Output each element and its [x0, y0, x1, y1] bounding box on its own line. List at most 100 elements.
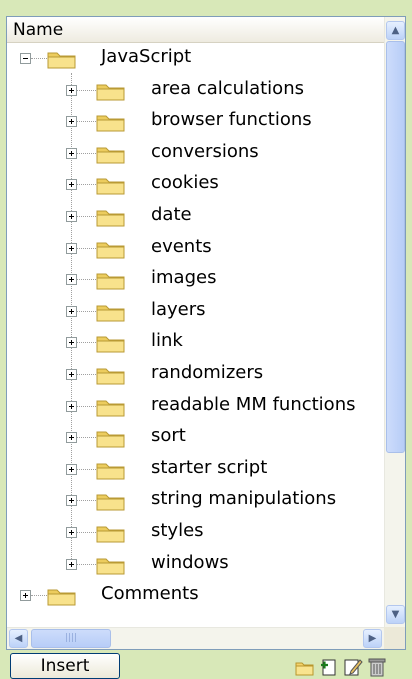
expand-toggle-icon[interactable] — [66, 558, 77, 570]
column-header-name[interactable]: Name — [7, 17, 384, 43]
folder-icon — [96, 368, 125, 385]
folder-icon — [96, 400, 125, 417]
tree-item-label: events — [151, 235, 212, 257]
tree-item-label: JavaScript — [101, 46, 192, 67]
tree-item-label: Comments — [101, 583, 199, 605]
expand-toggle-icon[interactable] — [66, 179, 77, 191]
scroll-left-button[interactable]: ◀ — [9, 629, 28, 648]
tree-connector — [77, 468, 96, 470]
folder-icon — [96, 431, 125, 448]
tree-folder-javascript[interactable]: JavaScript — [7, 43, 384, 75]
tree-item-label: windows — [151, 551, 229, 573]
edit-icon[interactable] — [342, 656, 364, 678]
tree-folder-sort[interactable]: sort — [7, 422, 384, 454]
tree-folder-string-manipulations[interactable]: string manipulations — [7, 485, 384, 517]
expand-toggle-icon[interactable] — [66, 242, 77, 254]
tree-connector — [77, 279, 96, 281]
folder-icon — [96, 463, 125, 480]
tree-folder-browser-functions[interactable]: browser functions — [7, 106, 384, 138]
expand-toggle-icon[interactable] — [20, 590, 31, 602]
tree-connector — [77, 247, 96, 249]
tree-connector — [77, 152, 96, 154]
expand-toggle-icon[interactable] — [66, 527, 77, 538]
tree-connector — [77, 310, 96, 312]
tree-folder-comments[interactable]: Comments — [7, 580, 384, 612]
tree-folder-date[interactable]: date — [7, 201, 384, 233]
tree-folder-styles[interactable]: styles — [7, 517, 384, 549]
tree-connector — [77, 532, 96, 533]
expand-toggle-icon[interactable] — [66, 211, 77, 222]
expand-toggle-icon[interactable] — [66, 463, 77, 475]
new-folder-icon[interactable] — [294, 656, 316, 678]
expand-toggle-icon[interactable] — [66, 274, 77, 286]
vertical-scrollbar[interactable]: ▲ ▼ — [384, 17, 405, 627]
tree-item-label: date — [151, 204, 192, 225]
expand-toggle-icon[interactable] — [66, 495, 77, 507]
tree-connector — [31, 58, 47, 59]
scroll-up-button[interactable]: ▲ — [386, 21, 405, 40]
tree-item-label: starter script — [151, 456, 268, 478]
tree-folder-starter-script[interactable]: starter script — [7, 454, 384, 486]
tree-folder-link[interactable]: link — [7, 327, 384, 359]
tree-folder-windows[interactable]: windows — [7, 549, 384, 581]
tree-connector — [77, 563, 96, 565]
new-item-icon[interactable] — [318, 656, 340, 678]
tree-folder-readable-mm-functions[interactable]: readable MM functions — [7, 391, 384, 423]
expand-toggle-icon[interactable] — [66, 116, 77, 128]
delete-icon[interactable] — [366, 656, 388, 678]
folder-icon — [96, 242, 125, 259]
tree-folder-images[interactable]: images — [7, 264, 384, 296]
folder-icon — [96, 147, 125, 164]
collapse-toggle-icon[interactable] — [20, 53, 31, 64]
folder-icon — [96, 84, 125, 101]
folder-icon — [96, 115, 125, 132]
folder-icon — [96, 210, 125, 227]
vertical-scroll-thumb[interactable] — [386, 41, 405, 453]
folder-icon — [47, 589, 76, 606]
scroll-corner — [384, 627, 405, 649]
tree-item-label: readable MM functions — [151, 393, 356, 415]
tree-item-label: randomizers — [151, 362, 264, 383]
horizontal-scroll-thumb[interactable]: |||| — [31, 629, 111, 648]
tree-connector — [77, 216, 96, 217]
tree-item-label: styles — [151, 520, 204, 541]
tree-folder-layers[interactable]: layers — [7, 296, 384, 328]
folder-icon — [47, 52, 76, 69]
folder-icon — [96, 273, 125, 290]
folder-icon — [96, 336, 125, 353]
expand-toggle-icon[interactable] — [66, 337, 77, 349]
tree-folder-area-calculations[interactable]: area calculations — [7, 75, 384, 107]
tree-folder-cookies[interactable]: cookies — [7, 169, 384, 201]
expand-toggle-icon[interactable] — [66, 400, 77, 412]
tree-item-label: conversions — [151, 140, 259, 162]
horizontal-scrollbar[interactable]: ◀ |||| ▶ — [7, 627, 384, 649]
expand-toggle-icon[interactable] — [66, 432, 77, 444]
tree-folder-events[interactable]: events — [7, 233, 384, 265]
folder-icon — [96, 305, 125, 322]
tree-item-label: images — [151, 267, 217, 289]
expand-toggle-icon[interactable] — [66, 369, 77, 380]
scroll-right-button[interactable]: ▶ — [363, 629, 382, 648]
tree-folder-randomizers[interactable]: randomizers — [7, 359, 384, 391]
tree-item-label: area calculations — [151, 77, 304, 99]
tree-connector — [77, 184, 96, 186]
tree-connector — [77, 500, 96, 502]
tree-item-label: string manipulations — [151, 488, 337, 510]
insert-button[interactable]: Insert — [10, 653, 120, 679]
expand-toggle-icon[interactable] — [66, 305, 77, 317]
column-header-label: Name — [13, 20, 64, 40]
tree-item-label: link — [151, 330, 183, 352]
tree-connector — [77, 121, 96, 123]
expand-toggle-icon[interactable] — [66, 147, 77, 159]
tree-folder-conversions[interactable]: conversions — [7, 138, 384, 170]
scroll-down-button[interactable]: ▼ — [386, 605, 405, 624]
tree-item-label: sort — [151, 425, 186, 447]
tree-item-label: browser functions — [151, 109, 312, 131]
expand-toggle-icon[interactable] — [66, 84, 77, 96]
tree-connector — [77, 405, 96, 407]
tree-connector — [77, 437, 96, 439]
tree-connector — [77, 89, 96, 91]
tree-connector — [77, 342, 96, 344]
tree-item-label: layers — [151, 298, 206, 320]
folder-icon — [96, 178, 125, 195]
